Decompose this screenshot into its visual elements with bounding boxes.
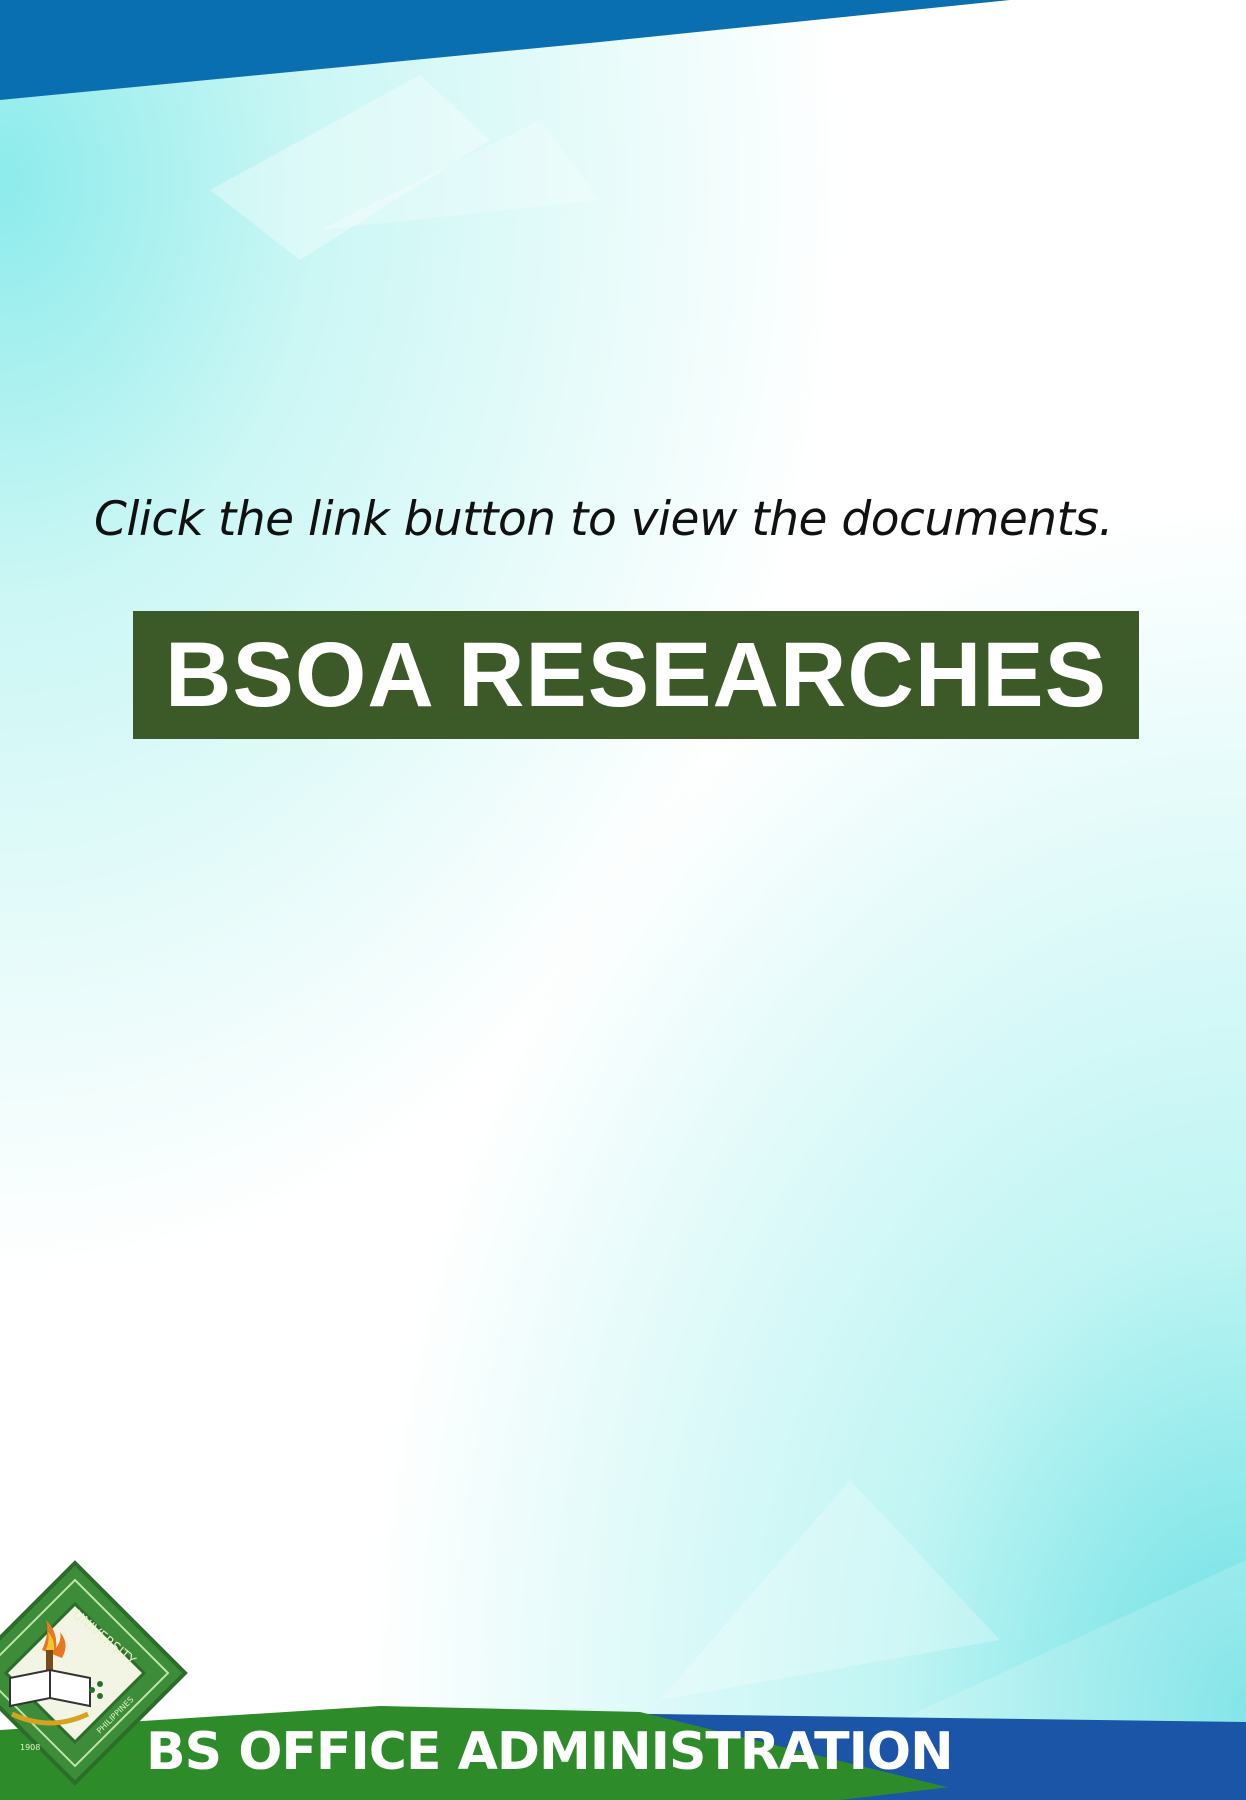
document-page: Click the link button to view the docume…: [0, 0, 1246, 1800]
bsoa-researches-link-button[interactable]: BSOA RESEARCHES: [133, 611, 1139, 739]
svg-text:1908: 1908: [20, 1743, 40, 1752]
background-decoration: [0, 0, 1246, 1800]
header-band: [0, 0, 1010, 100]
program-title: BS OFFICE ADMINISTRATION: [146, 1722, 954, 1782]
instruction-text: Click the link button to view the docume…: [94, 492, 1113, 547]
light-facet-3: [660, 1480, 1000, 1700]
